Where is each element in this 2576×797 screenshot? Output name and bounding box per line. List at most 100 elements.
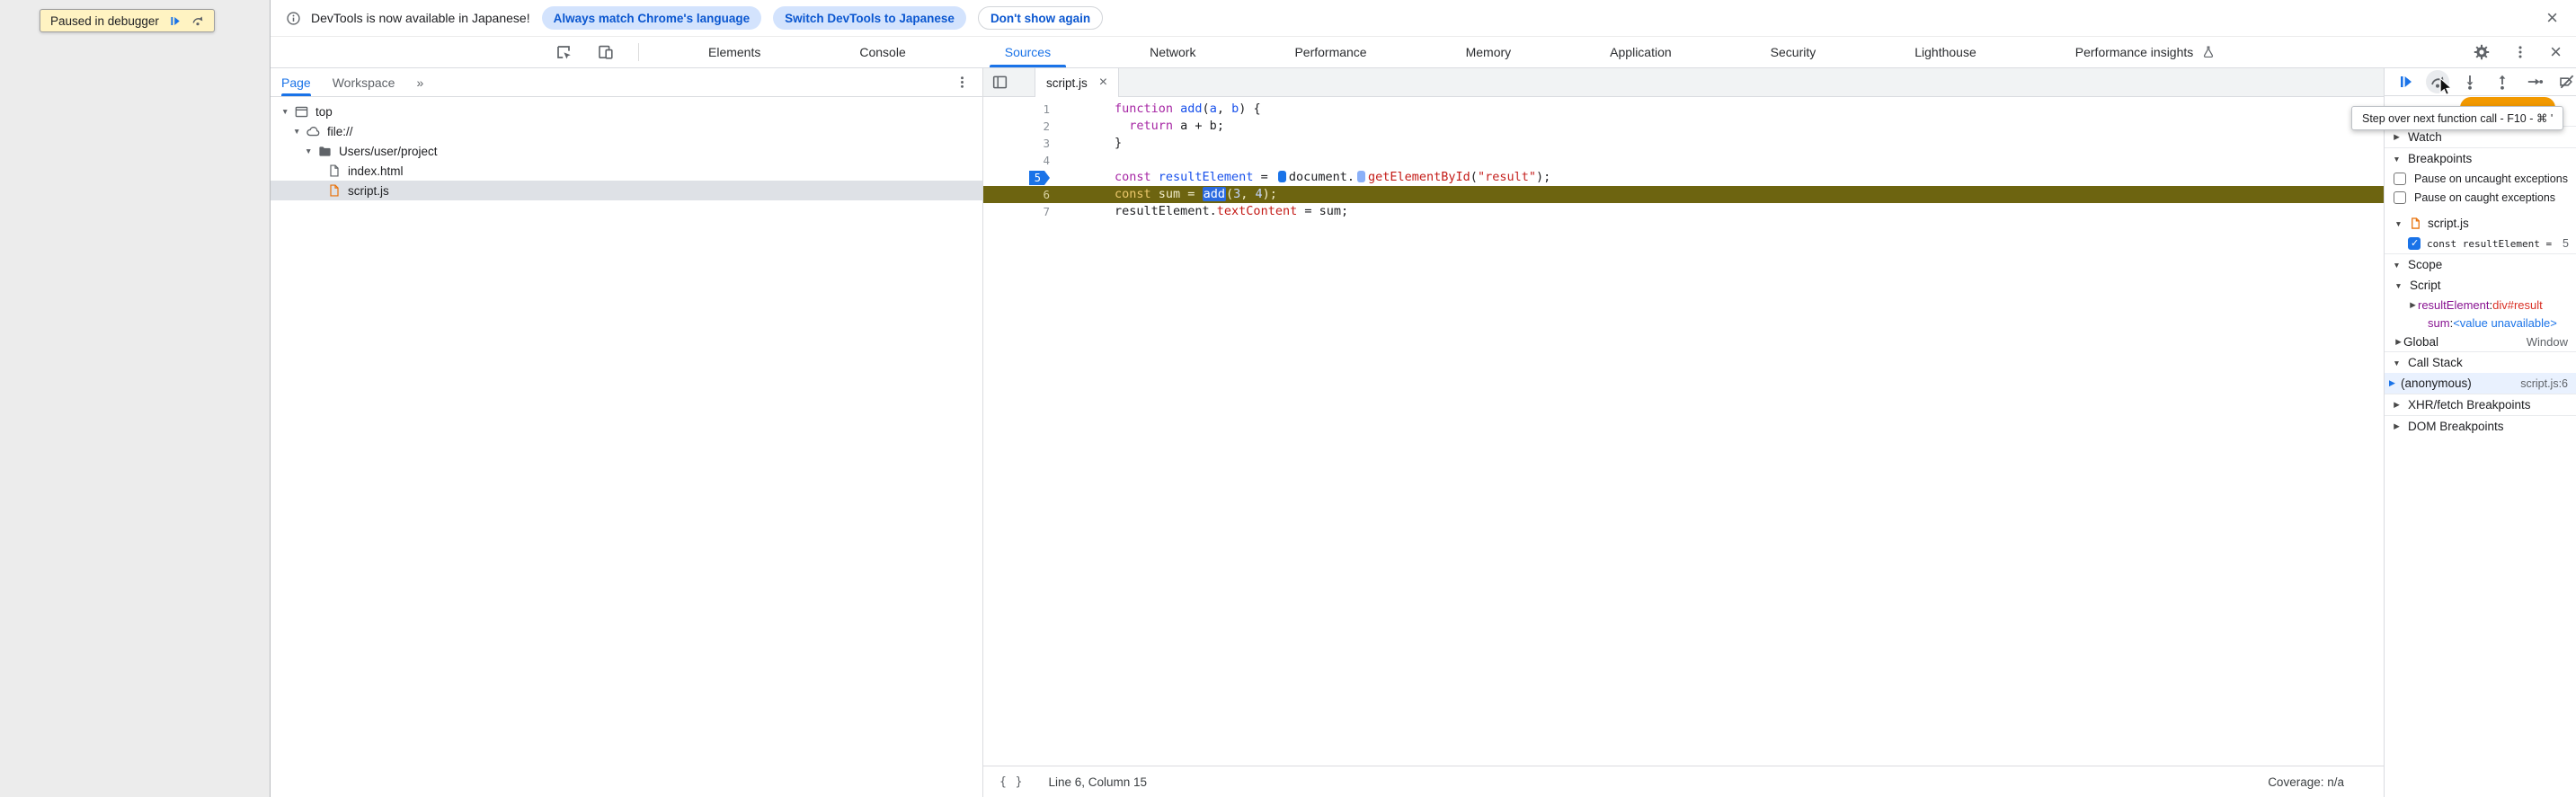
step-out-button[interactable] <box>2493 73 2511 91</box>
code-token: const <box>1115 187 1159 201</box>
resume-script-button[interactable] <box>168 14 182 28</box>
tab-performance-insights[interactable]: Performance insights <box>2026 37 2266 67</box>
device-toolbar-button[interactable] <box>597 43 615 61</box>
section-breakpoints[interactable]: ▼ Breakpoints <box>2385 147 2576 169</box>
switch-to-japanese-button[interactable]: Switch DevTools to Japanese <box>773 6 966 30</box>
tab-label: Performance <box>1294 45 1367 59</box>
settings-button[interactable] <box>2473 43 2491 61</box>
inspect-element-button[interactable] <box>555 43 573 61</box>
tree-item-script-js[interactable]: script.js <box>271 181 982 200</box>
tab-sources[interactable]: Sources <box>955 37 1100 67</box>
tab-memory[interactable]: Memory <box>1417 37 1561 67</box>
devtools-close-icon[interactable]: × <box>2550 42 2562 62</box>
variable-name: sum <box>2428 315 2450 330</box>
breakpoint-marker[interactable]: 5 <box>1028 171 1050 185</box>
breakpoint-file-name: script.js <box>2428 217 2469 230</box>
code-token: function <box>1115 102 1181 116</box>
checkbox-label: Pause on caught exceptions <box>2414 190 2556 204</box>
inline-breakpoint-marker[interactable] <box>1277 171 1286 182</box>
pause-caught-exceptions-row[interactable]: Pause on caught exceptions <box>2385 188 2576 207</box>
section-xhr-breakpoints[interactable]: ▶ XHR/fetch Breakpoints <box>2385 394 2576 415</box>
code-line[interactable]: 3 } <box>983 135 2384 152</box>
deactivate-breakpoints-button[interactable] <box>2558 73 2576 91</box>
line-number[interactable]: 3 <box>983 135 1064 152</box>
browser-page-pane: Paused in debugger <box>0 0 271 797</box>
tab-label: Sources <box>1004 45 1052 59</box>
tree-item-top[interactable]: ▼ top <box>271 102 982 121</box>
caret-down-icon: ▼ <box>281 107 289 116</box>
editor-tab-label: script.js <box>1046 75 1088 90</box>
code-token: b <box>1231 102 1239 116</box>
code-token: resultElement. <box>1115 204 1217 218</box>
breakpoint-code-snippet: const resultElement = doc… <box>2427 237 2557 250</box>
pause-uncaught-exceptions-row[interactable]: Pause on uncaught exceptions <box>2385 169 2576 188</box>
editor-tab-script-js[interactable]: script.js × <box>1035 68 1120 97</box>
line-number[interactable]: 6 <box>983 186 1064 203</box>
step-button[interactable] <box>2526 73 2544 91</box>
code-line[interactable]: 1 function add(a, b) { <box>983 101 2384 118</box>
tab-network[interactable]: Network <box>1100 37 1245 67</box>
navigator-overflow-chevron[interactable]: » <box>416 75 423 90</box>
section-dom-breakpoints[interactable]: ▶ DOM Breakpoints <box>2385 415 2576 437</box>
tree-item-file-scheme[interactable]: ▼ file:// <box>271 121 982 141</box>
caret-down-icon: ▼ <box>2394 218 2403 228</box>
breakpoint-file-group[interactable]: ▼ script.js <box>2385 213 2576 234</box>
navigator-more-button[interactable] <box>955 75 970 90</box>
scope-script-group[interactable]: ▼ Script <box>2385 275 2576 296</box>
tab-performance[interactable]: Performance <box>1245 37 1416 67</box>
checkbox-unchecked[interactable] <box>2394 172 2406 185</box>
navigator-tab-workspace[interactable]: Workspace <box>333 68 395 96</box>
infobar-close-icon[interactable]: × <box>2541 8 2563 28</box>
section-title: DOM Breakpoints <box>2408 420 2504 433</box>
inline-breakpoint-marker[interactable] <box>1357 171 1365 182</box>
toggle-navigator-button[interactable] <box>991 74 1008 91</box>
section-call-stack[interactable]: ▼ Call Stack <box>2385 351 2576 373</box>
tab-application[interactable]: Application <box>1560 37 1721 67</box>
tab-label: Application <box>1610 45 1672 59</box>
scope-global-group[interactable]: ▶ Global Window <box>2385 332 2576 351</box>
code-line-text: resultElement.textContent = sum; <box>1064 203 2384 220</box>
dont-show-again-button[interactable]: Don't show again <box>977 6 1104 30</box>
tab-elements[interactable]: Elements <box>659 37 810 67</box>
tree-item-label: top <box>315 104 333 119</box>
tree-item-index-html[interactable]: index.html <box>271 161 982 181</box>
step-into-button[interactable] <box>2461 73 2479 91</box>
code-line[interactable]: 4 <box>983 152 2384 169</box>
navigator-tab-page[interactable]: Page <box>281 68 311 96</box>
always-match-language-button[interactable]: Always match Chrome's language <box>541 6 762 30</box>
scope-variable-resultelement[interactable]: ▶ resultElement: div#result <box>2385 296 2576 314</box>
code-line-with-breakpoint[interactable]: 5 const resultElement = document. getElem… <box>983 169 2384 186</box>
line-number[interactable]: 5 <box>983 169 1064 186</box>
caret-down-icon: ▼ <box>2393 260 2401 270</box>
call-stack-frame[interactable]: ▶ (anonymous) script.js:6 <box>2385 373 2576 394</box>
badge-step-over-button[interactable] <box>191 13 205 28</box>
tab-lighthouse[interactable]: Lighthouse <box>1865 37 2026 67</box>
checkbox-label: Pause on uncaught exceptions <box>2414 172 2568 185</box>
code-line-text: } <box>1064 135 2384 152</box>
line-number[interactable]: 1 <box>983 101 1064 118</box>
code-line[interactable]: 7 resultElement.textContent = sum; <box>983 203 2384 220</box>
line-number[interactable]: 2 <box>983 118 1064 135</box>
code-token: "result" <box>1477 170 1536 184</box>
line-number[interactable]: 4 <box>983 152 1064 169</box>
paused-execution-line[interactable]: 6 const sum = add(3, 4); <box>983 186 2384 203</box>
tab-security[interactable]: Security <box>1721 37 1866 67</box>
sources-panel: Page Workspace » ▼ top ▼ file:// ▼ Users… <box>271 68 2576 797</box>
active-frame-marker-icon: ▶ <box>2389 378 2395 387</box>
breakpoint-entry[interactable]: const resultElement = doc… 5 <box>2385 234 2576 253</box>
resume-button[interactable] <box>2396 73 2414 91</box>
checkbox-unchecked[interactable] <box>2394 190 2406 204</box>
code-token: return <box>1129 119 1174 133</box>
more-options-button[interactable] <box>2512 44 2528 60</box>
code-line[interactable]: 2 return a + b; <box>983 118 2384 135</box>
code-line-text: const sum = add(3, 4); <box>1064 186 2384 203</box>
tab-close-icon[interactable]: × <box>1099 75 1107 90</box>
line-number[interactable]: 7 <box>983 203 1064 220</box>
tree-item-project-folder[interactable]: ▼ Users/user/project <box>271 141 982 161</box>
tab-console[interactable]: Console <box>810 37 955 67</box>
section-scope[interactable]: ▼ Scope <box>2385 253 2576 275</box>
pretty-print-button[interactable]: { } <box>999 775 1023 789</box>
checkbox-checked[interactable] <box>2408 237 2421 250</box>
selected-text: add <box>1202 187 1226 201</box>
code-token: textContent <box>1216 204 1298 218</box>
